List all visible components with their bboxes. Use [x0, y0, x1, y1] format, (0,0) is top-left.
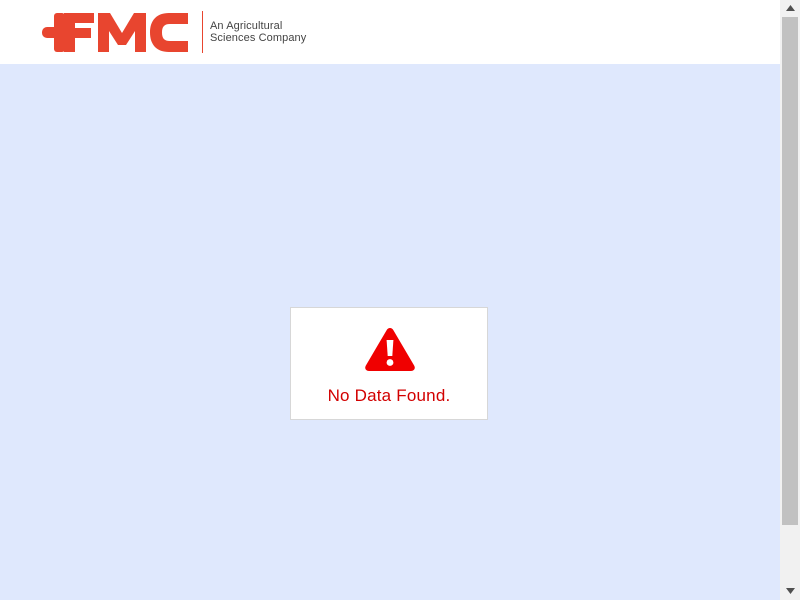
tagline-line-1: An Agricultural — [210, 19, 283, 32]
vertical-scrollbar[interactable] — [780, 0, 800, 600]
tagline-line-2: Sciences Company — [210, 32, 307, 44]
page-content: An Agricultural Sciences Company No Data… — [0, 0, 780, 600]
fmc-logo-mark — [42, 11, 194, 53]
site-header: An Agricultural Sciences Company — [0, 0, 780, 64]
scrollbar-thumb[interactable] — [782, 17, 798, 525]
logo-divider — [202, 11, 203, 53]
warning-triangle-icon — [363, 325, 417, 373]
logo-tagline: An Agricultural Sciences Company — [210, 20, 306, 45]
fmc-logo[interactable]: An Agricultural Sciences Company — [42, 11, 306, 53]
scroll-up-button[interactable] — [780, 0, 800, 17]
no-data-message: No Data Found. — [327, 386, 451, 405]
chevron-up-icon — [785, 5, 795, 11]
no-data-card: No Data Found. — [290, 307, 488, 420]
chevron-down-icon — [785, 588, 795, 594]
scroll-down-button[interactable] — [780, 583, 800, 600]
